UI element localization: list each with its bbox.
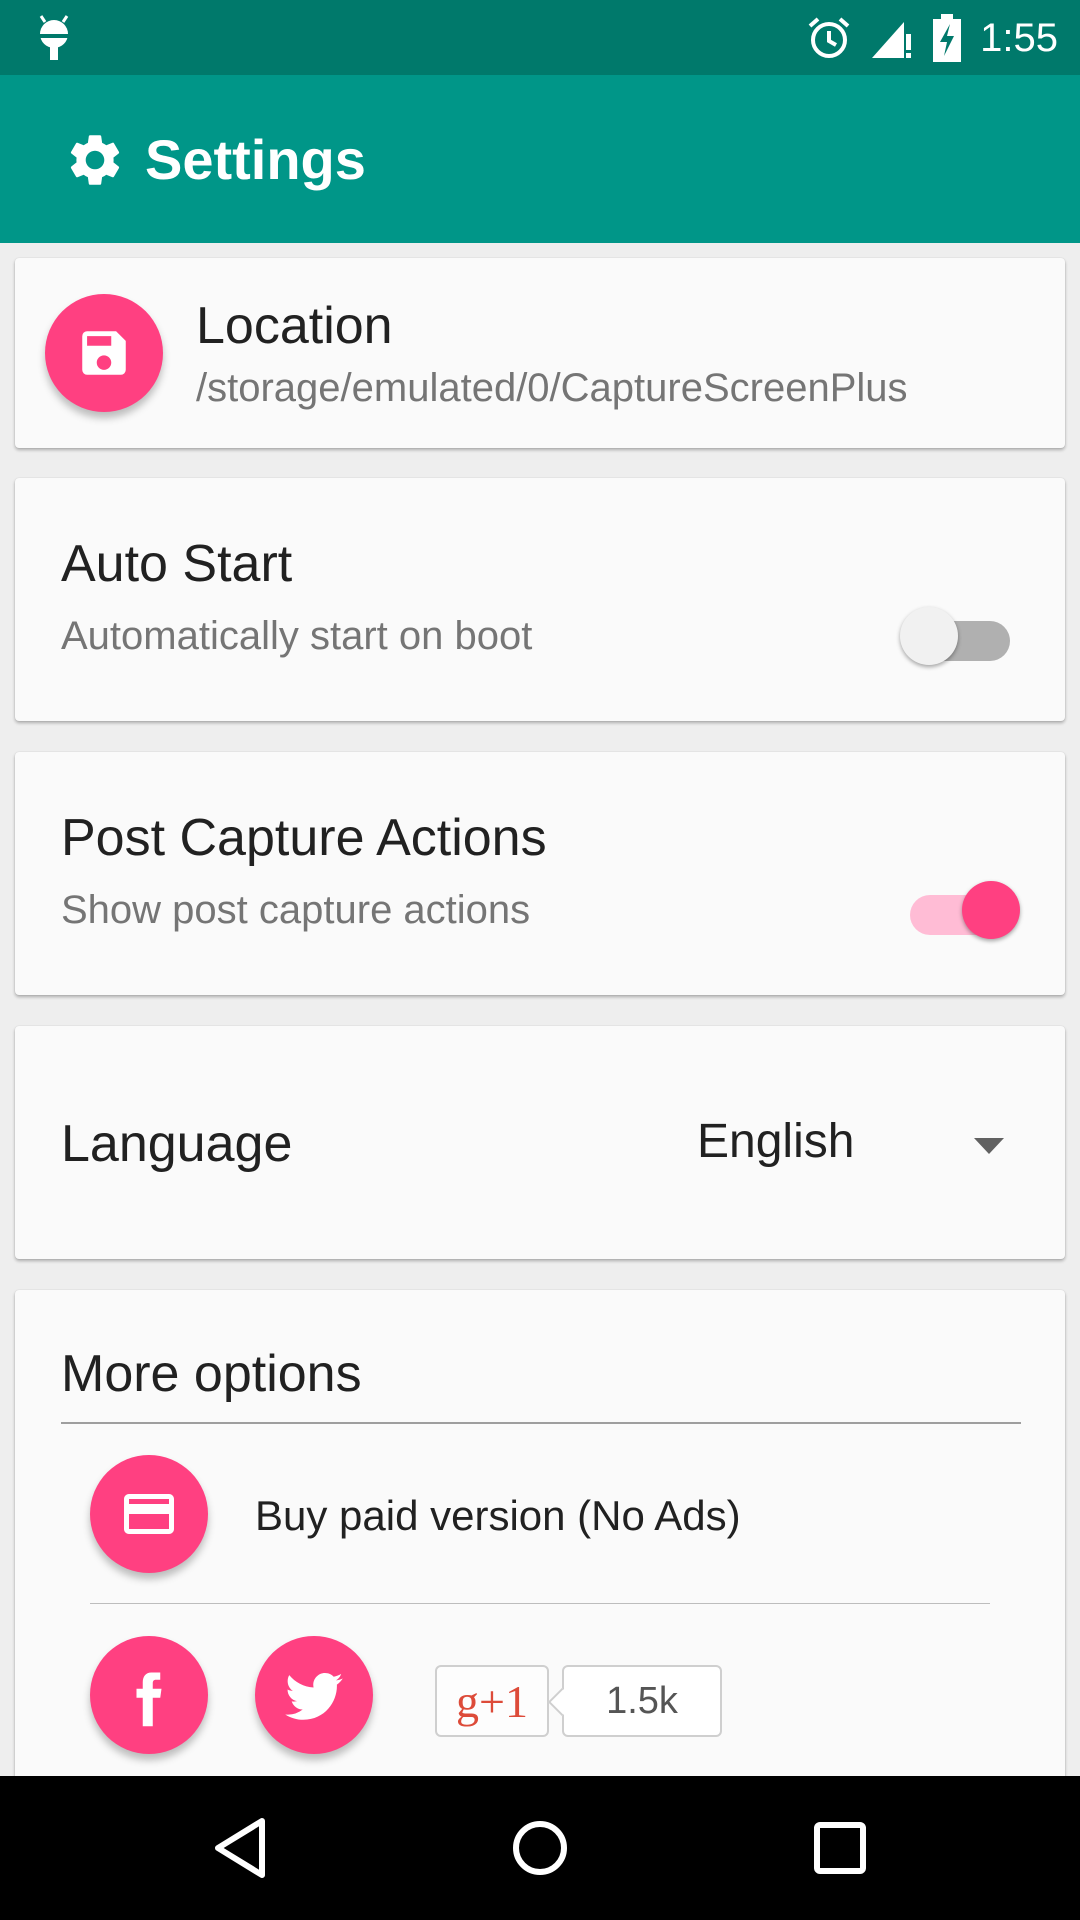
facebook-button[interactable] [90,1636,208,1754]
language-selected: English [697,1115,855,1168]
google-plus-label: g+1 [456,1675,528,1727]
credit-card-icon [124,1494,174,1534]
google-plus-count-bubble: 1.5k [547,1665,722,1737]
post-capture-title: Post Capture Actions [61,809,547,867]
auto-start-subtitle: Automatically start on boot [61,614,533,658]
auto-start-card: Auto Start Automatically start on boot [15,478,1065,721]
app-bar: Settings [0,75,1080,243]
toggle-thumb [900,607,958,665]
status-time: 1:55 [980,15,1058,60]
credit-card-icon-button [90,1455,208,1573]
language-dropdown[interactable]: English [655,1096,1035,1196]
alarm-icon [808,17,850,58]
buy-paid-row[interactable]: Buy paid version (No Ads) [75,1438,1005,1588]
more-options-title: More options [61,1345,362,1403]
twitter-icon [285,1673,343,1720]
status-bar: 1:55 [0,0,1080,75]
google-plus-count: 1.5k [606,1679,678,1722]
navigation-bar [0,1776,1080,1920]
location-title: Location [196,297,393,355]
language-card: Language English [15,1026,1065,1259]
back-icon[interactable] [206,1813,276,1883]
row-divider [90,1603,990,1604]
android-debug-icon [39,15,69,60]
auto-start-title: Auto Start [61,535,293,593]
recents-icon[interactable] [805,1813,875,1883]
battery-charging-icon [933,14,962,62]
facebook-icon [136,1672,162,1727]
section-divider [61,1422,1021,1424]
location-path: /storage/emulated/0/CaptureScreenPlus [196,366,908,410]
bubble-pointer [547,1687,577,1717]
home-icon[interactable] [505,1813,575,1883]
save-icon [82,331,126,375]
post-capture-toggle[interactable] [900,875,1020,945]
page-title: Settings [145,128,366,191]
post-capture-subtitle: Show post capture actions [61,888,531,932]
twitter-button[interactable] [255,1636,373,1754]
auto-start-toggle[interactable] [900,601,1020,671]
save-icon-button [45,294,163,412]
toggle-thumb [962,881,1020,939]
post-capture-card: Post Capture Actions Show post capture a… [15,752,1065,995]
chevron-down-icon [974,1138,1004,1154]
google-plus-one-button[interactable]: g+1 [435,1665,549,1737]
buy-paid-label: Buy paid version (No Ads) [255,1492,741,1539]
signal-icon [872,22,912,58]
gear-icon [70,135,120,185]
language-label: Language [61,1115,293,1173]
more-options-card: More options Buy paid version (No Ads) g… [15,1290,1065,1790]
location-card[interactable]: Location /storage/emulated/0/CaptureScre… [15,258,1065,448]
